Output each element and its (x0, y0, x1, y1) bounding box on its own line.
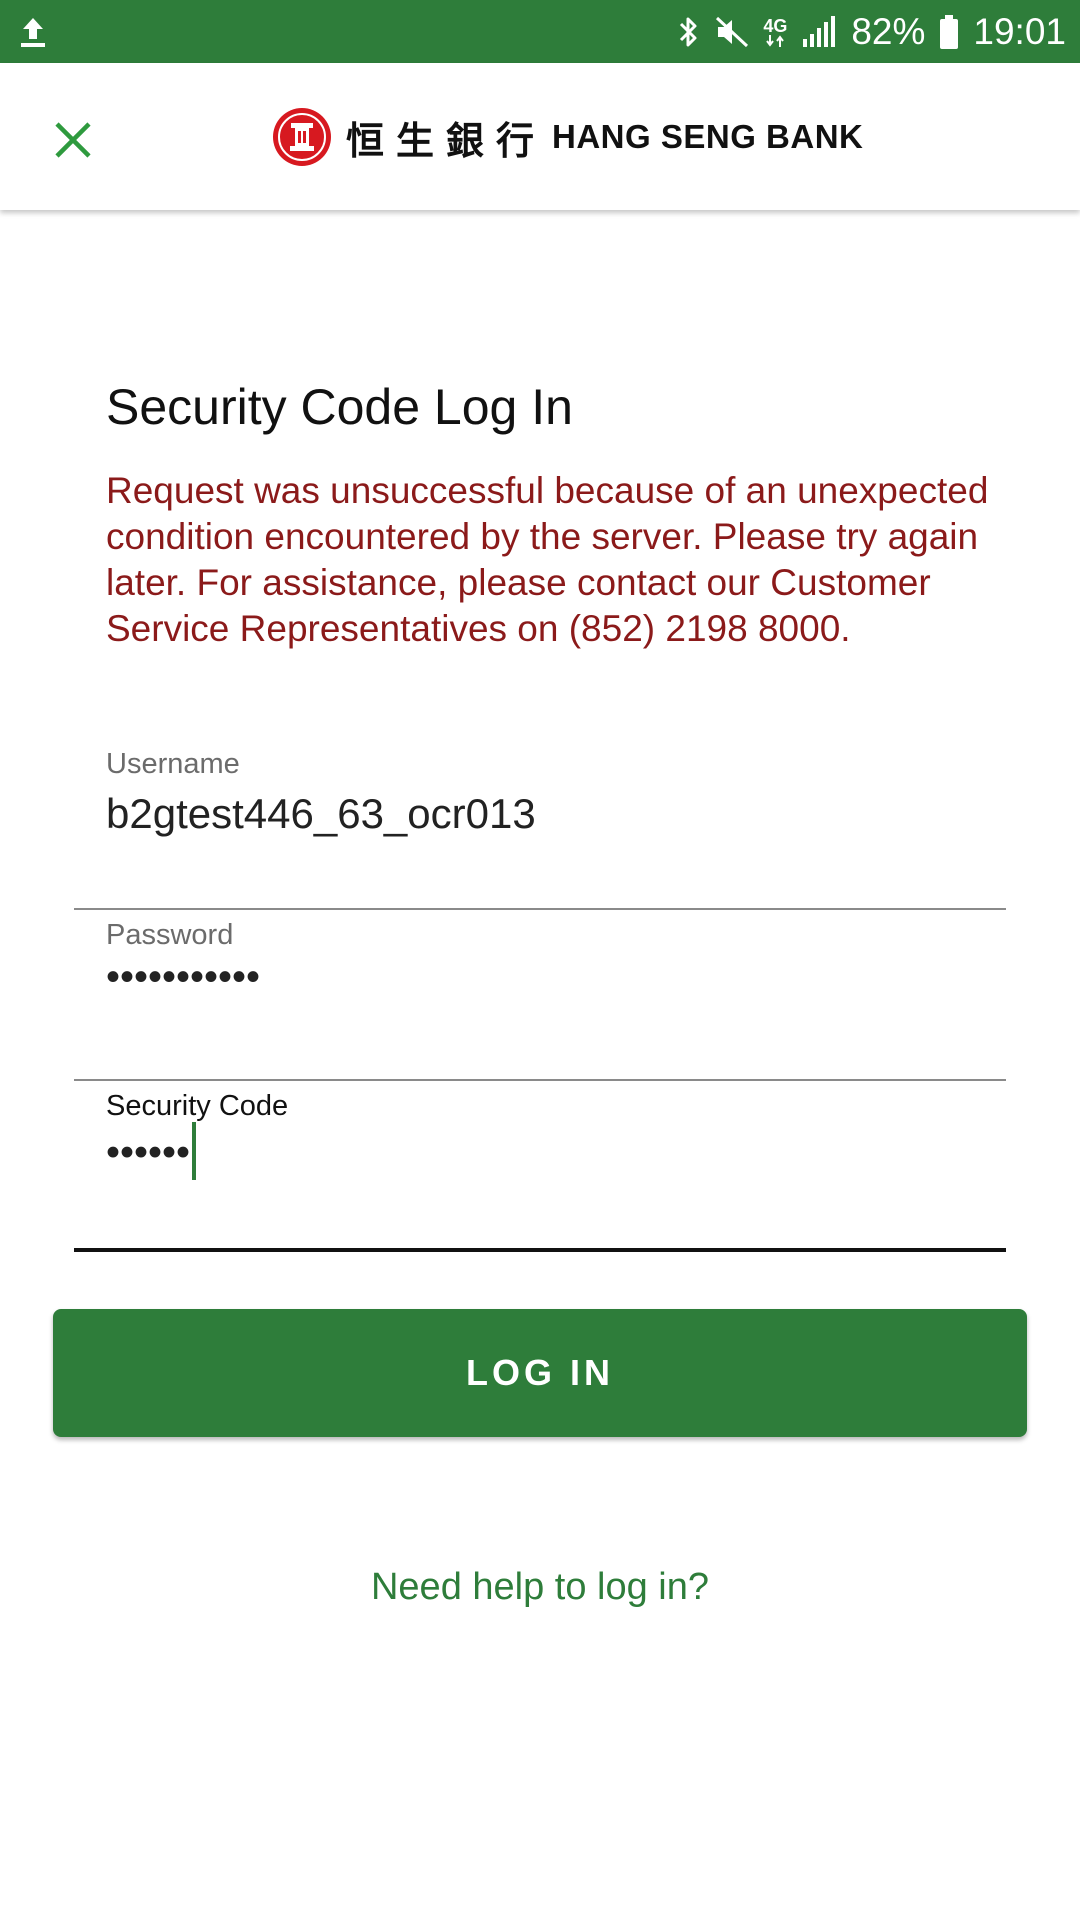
password-input[interactable]: ••••••••••• (106, 955, 260, 1000)
error-message: Request was unsuccessful because of an u… (106, 470, 989, 649)
security-code-label: Security Code (106, 1090, 289, 1122)
clock: 19:01 (973, 11, 1066, 52)
security-code-field[interactable]: Security Code •••••• (74, 1090, 1006, 1252)
need-help-link[interactable]: Need help to log in? (0, 1566, 1080, 1609)
app-header: 恒生銀行 HANG SENG BANK (0, 63, 1080, 210)
page-title: Security Code Log In (106, 379, 573, 435)
status-bar: 4G 82% 19:01 (0, 0, 1080, 63)
text-cursor (192, 1122, 197, 1180)
security-code-input-wrap[interactable]: •••••• (106, 1122, 197, 1184)
upload-icon (18, 15, 48, 49)
close-button[interactable] (40, 107, 106, 173)
battery-icon (939, 14, 959, 50)
signal-icon (801, 15, 837, 49)
username-field[interactable]: Username b2gtest446_63_ocr013 (74, 748, 1006, 910)
hang-seng-emblem-icon (273, 108, 331, 166)
network-4g-icon: 4G (763, 17, 787, 47)
battery-percent: 82% (851, 11, 926, 52)
hang-seng-logo: 恒生銀行 HANG SENG BANK (272, 105, 863, 169)
username-input[interactable]: b2gtest446_63_ocr013 (106, 790, 536, 838)
password-field[interactable]: Password ••••••••••• (74, 919, 1006, 1081)
login-button[interactable]: LOG IN (53, 1309, 1027, 1437)
bluetooth-icon (677, 14, 701, 50)
close-icon (55, 122, 91, 158)
password-label: Password (106, 919, 234, 951)
username-underline (74, 908, 1006, 910)
password-underline (74, 1079, 1006, 1081)
security-code-underline (74, 1248, 1006, 1252)
logo-english-text: HANG SENG BANK (552, 118, 864, 155)
login-button-label: LOG IN (466, 1352, 614, 1393)
logo-chinese-text: 恒生銀行 (346, 117, 547, 163)
mute-icon (715, 14, 749, 50)
security-code-input[interactable]: •••••• (106, 1131, 190, 1175)
username-label: Username (106, 748, 240, 780)
